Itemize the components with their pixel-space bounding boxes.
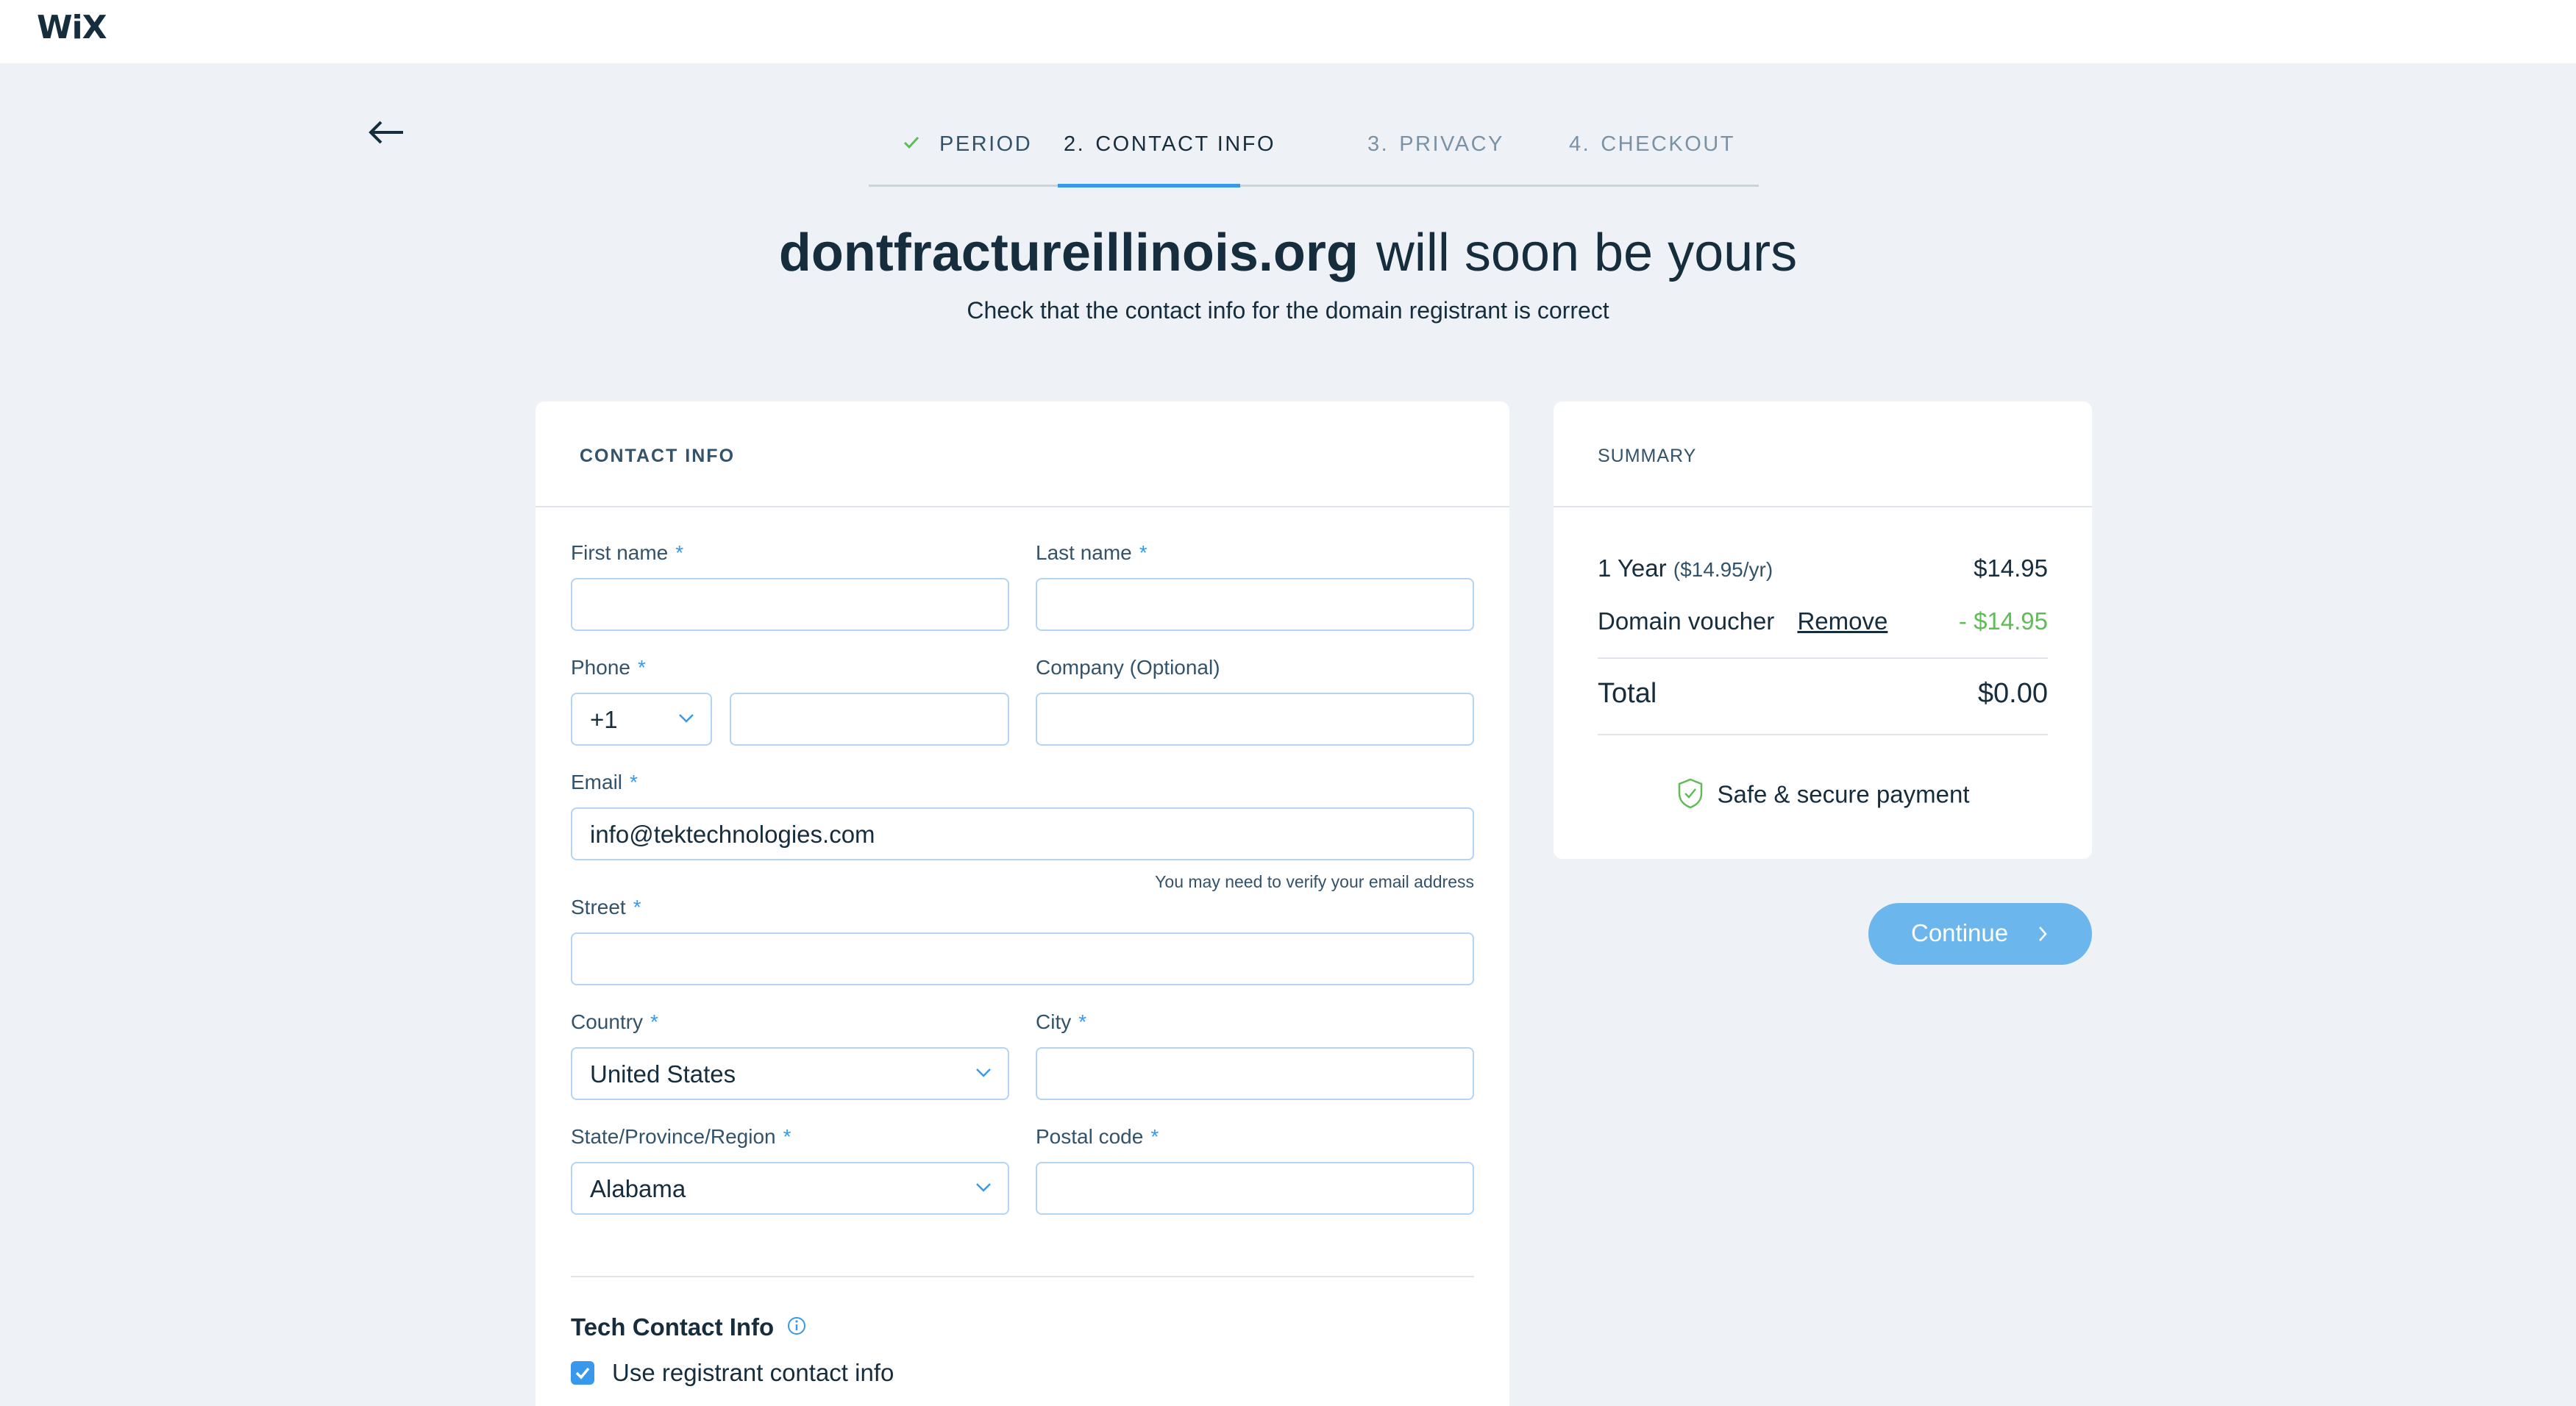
divider [1598,657,2048,659]
tech-contact-title: Tech Contact Info [571,1313,807,1341]
country-code-select[interactable]: +1 [571,693,712,746]
secure-payment-text: Safe & secure payment [1717,780,1970,808]
city-label: City * [1036,1010,1087,1033]
info-icon[interactable] [786,1316,807,1336]
chevron-down-icon [976,1068,991,1077]
use-registrant-label: Use registrant contact info [612,1359,894,1386]
phone-label: Phone * [571,656,646,679]
divider [1554,506,2092,507]
divider [1598,734,2048,735]
street-input[interactable] [571,932,1474,985]
chevron-down-icon [976,1183,991,1192]
check-icon [903,137,919,149]
step-period[interactable]: PERIOD [903,132,1032,184]
step-contact-info[interactable]: 2. CONTACT INFO [1064,132,1275,184]
step-checkout[interactable]: 4. CHECKOUT [1569,132,1735,184]
first-name-input[interactable] [571,578,1009,631]
shield-check-icon [1679,778,1703,809]
email-label: Email * [571,771,638,793]
back-arrow-icon[interactable] [368,118,406,147]
company-input[interactable] [1036,693,1474,746]
continue-label: Continue [1911,919,2009,946]
page-title: dontfractureillinois.org will soon be you… [0,223,2576,283]
email-input[interactable]: info@tektechnologies.com [571,807,1474,860]
city-input[interactable] [1036,1047,1474,1100]
page-subtitle: Check that the contact info for the doma… [967,297,1609,324]
chevron-right-icon [2039,927,2047,941]
company-label: Company (Optional) [1036,656,1220,679]
last-name-label: Last name * [1036,541,1148,564]
state-label: State/Province/Region * [571,1125,791,1148]
voucher-row: Domain voucher Remove - $14.95 [1598,607,2048,635]
card-title: CONTACT INFO [580,446,736,466]
last-name-input[interactable] [1036,578,1474,631]
total-value: $0.00 [1977,678,2048,709]
divider [536,506,1509,507]
summary-title: SUMMARY [1598,446,1697,466]
total-label: Total [1598,678,1657,709]
country-code-value: +1 [590,706,618,733]
step-number: 2. [1064,132,1086,156]
period-row: 1 Year ($14.95/yr) $14.95 [1598,554,2048,582]
postal-code-input[interactable] [1036,1162,1474,1215]
postal-code-label: Postal code * [1036,1125,1159,1148]
chevron-down-icon [679,714,694,723]
checkbox-check-icon [575,1367,590,1380]
step-period-label: PERIOD [939,132,1033,156]
secure-payment-note: Safe & secure payment [1554,778,2092,813]
state-select[interactable]: Alabama [571,1162,1009,1215]
contact-info-card: CONTACT INFO First name * Last name * Phon… [536,402,1509,1406]
period-label: 1 Year [1598,554,1667,582]
step-contact-info-label: CONTACT INFO [1095,132,1275,156]
step-privacy-label: PRIVACY [1399,132,1504,156]
country-select[interactable]: United States [571,1047,1009,1100]
state-value: Alabama [590,1175,686,1202]
country-value: United States [590,1060,736,1088]
domain-name: dontfractureillinois.org [778,224,1359,282]
country-label: Country * [571,1010,658,1033]
step-checkout-label: CHECKOUT [1601,132,1735,156]
divider [571,1276,1474,1277]
checkout-steps: PERIOD 2. CONTACT INFO 3. PRIVACY 4. CHECKO… [869,125,1759,188]
email-hint: You may need to verify your email addres… [1155,872,1474,891]
top-bar: WiX [0,0,2576,63]
headline-suffix: will soon be yours [1376,224,1798,282]
step-privacy[interactable]: 3. PRIVACY [1367,132,1504,184]
continue-button[interactable]: Continue [1868,903,2092,965]
street-label: Street * [571,896,641,918]
total-row: Total $0.00 [1598,678,2048,710]
period-price: $14.95 [1974,554,2048,582]
first-name-label: First name * [571,541,684,564]
voucher-label: Domain voucher [1598,607,1775,635]
summary-card: SUMMARY 1 Year ($14.95/yr) $14.95 Domain… [1554,402,2092,859]
step-number: 4. [1569,132,1591,156]
period-rate: ($14.95/yr) [1673,558,1773,581]
voucher-amount: - $14.95 [1958,607,2048,635]
remove-voucher-link[interactable]: Remove [1797,607,1887,635]
use-registrant-checkbox[interactable] [571,1361,594,1385]
active-step-indicator [1058,184,1240,188]
step-number: 3. [1367,132,1390,156]
wix-logo[interactable]: WiX [37,9,107,46]
phone-input[interactable] [730,693,1009,746]
